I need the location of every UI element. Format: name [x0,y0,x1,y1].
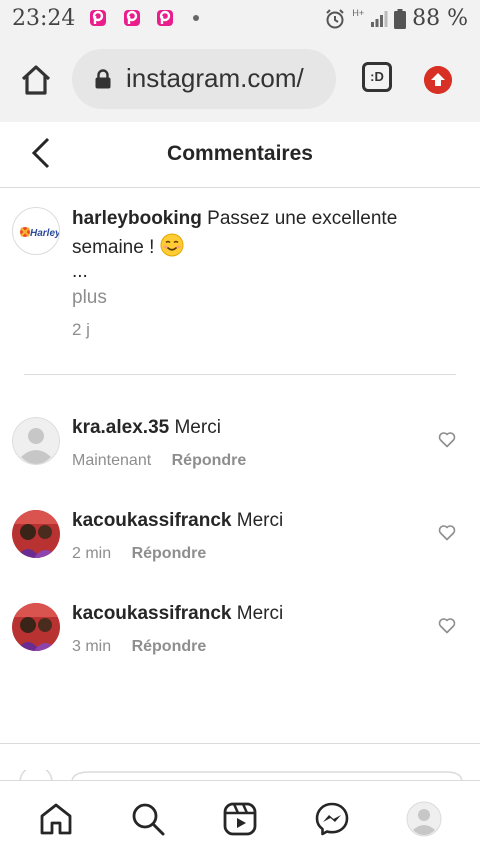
search-icon[interactable] [130,801,166,837]
comment-text: kacoukassifranck Merci [72,510,283,532]
comment-timestamp: 2 min [72,545,112,562]
comments-header: Commentaires [0,122,480,188]
comment-item: kra.alex.35 Merci Maintenant Répondre [12,417,468,487]
signal-icon [371,10,388,27]
comment-body: Merci [236,510,284,531]
comment-item: kacoukassifranck Merci 3 min Répondre [12,603,468,673]
status-time: 23:24 [12,6,76,31]
more-link[interactable]: plus [72,287,107,309]
comment-timestamp: Maintenant [72,452,152,469]
reply-button[interactable]: Répondre [132,638,207,655]
bottom-navigation [0,780,480,854]
pinterest-icon [157,10,173,26]
reply-button[interactable]: Répondre [132,545,207,562]
status-bar: 23:24 H+ 88 % [0,0,480,38]
svg-text:Harley: Harley [30,228,60,239]
messenger-icon[interactable] [314,801,350,837]
comment-timestamp: 3 min [72,638,112,655]
comment-meta: Maintenant Répondre [72,452,246,470]
user-photo-avatar[interactable] [12,510,60,558]
reels-icon[interactable] [222,801,258,837]
harley-logo-icon: Harley [20,227,60,239]
address-bar[interactable]: instagram.com/ [72,49,336,109]
comment-username[interactable]: kacoukassifranck [72,510,232,531]
browser-toolbar: instagram.com/ :D [0,38,480,122]
reply-button[interactable]: Répondre [172,452,247,469]
caption-divider [24,374,456,375]
heart-icon[interactable] [438,524,456,541]
heart-icon[interactable] [438,431,456,448]
comment-username[interactable]: kacoukassifranck [72,603,232,624]
comment-username[interactable]: kra.alex.35 [72,417,169,438]
profile-avatar-icon[interactable] [406,801,442,837]
lock-icon [95,69,111,89]
harley-logo-avatar[interactable]: Harley [12,207,60,255]
home-nav-icon[interactable] [38,801,74,837]
battery-percent: 88 % [412,6,468,31]
battery-icon [394,8,407,29]
comments-bottom-divider [0,743,480,744]
network-type: H+ [352,8,365,18]
home-icon[interactable] [18,62,54,98]
default-avatar-icon[interactable] [12,417,60,465]
comment-text: kacoukassifranck Merci [72,603,283,625]
comment-meta: 2 min Répondre [72,545,206,563]
comment-meta: 3 min Répondre [72,638,206,656]
caption-ellipsis: ... [72,261,88,282]
url-text: instagram.com/ [126,63,304,93]
tab-switcher-button[interactable]: :D [362,62,392,92]
smiling-face-emoji-icon [160,233,184,257]
comment-item: kacoukassifranck Merci 2 min Répondre [12,510,468,580]
page-title: Commentaires [167,142,313,165]
notification-dot [193,15,199,21]
alarm-icon [326,8,345,28]
user-photo-avatar[interactable] [12,603,60,651]
status-right: H+ 88 % [324,6,468,31]
comment-body: Merci [236,603,284,624]
caption-timestamp: 2 j [72,320,90,339]
pinterest-icon [124,10,140,26]
heart-icon[interactable] [438,617,456,634]
comment-text: kra.alex.35 Merci [72,417,221,439]
caption-text: harleybooking Passez une excellente sema… [72,205,442,262]
pinterest-icon [90,10,106,26]
comment-body: Merci [174,417,221,438]
upload-icon[interactable] [424,66,452,94]
caption-username[interactable]: harleybooking [72,208,202,229]
